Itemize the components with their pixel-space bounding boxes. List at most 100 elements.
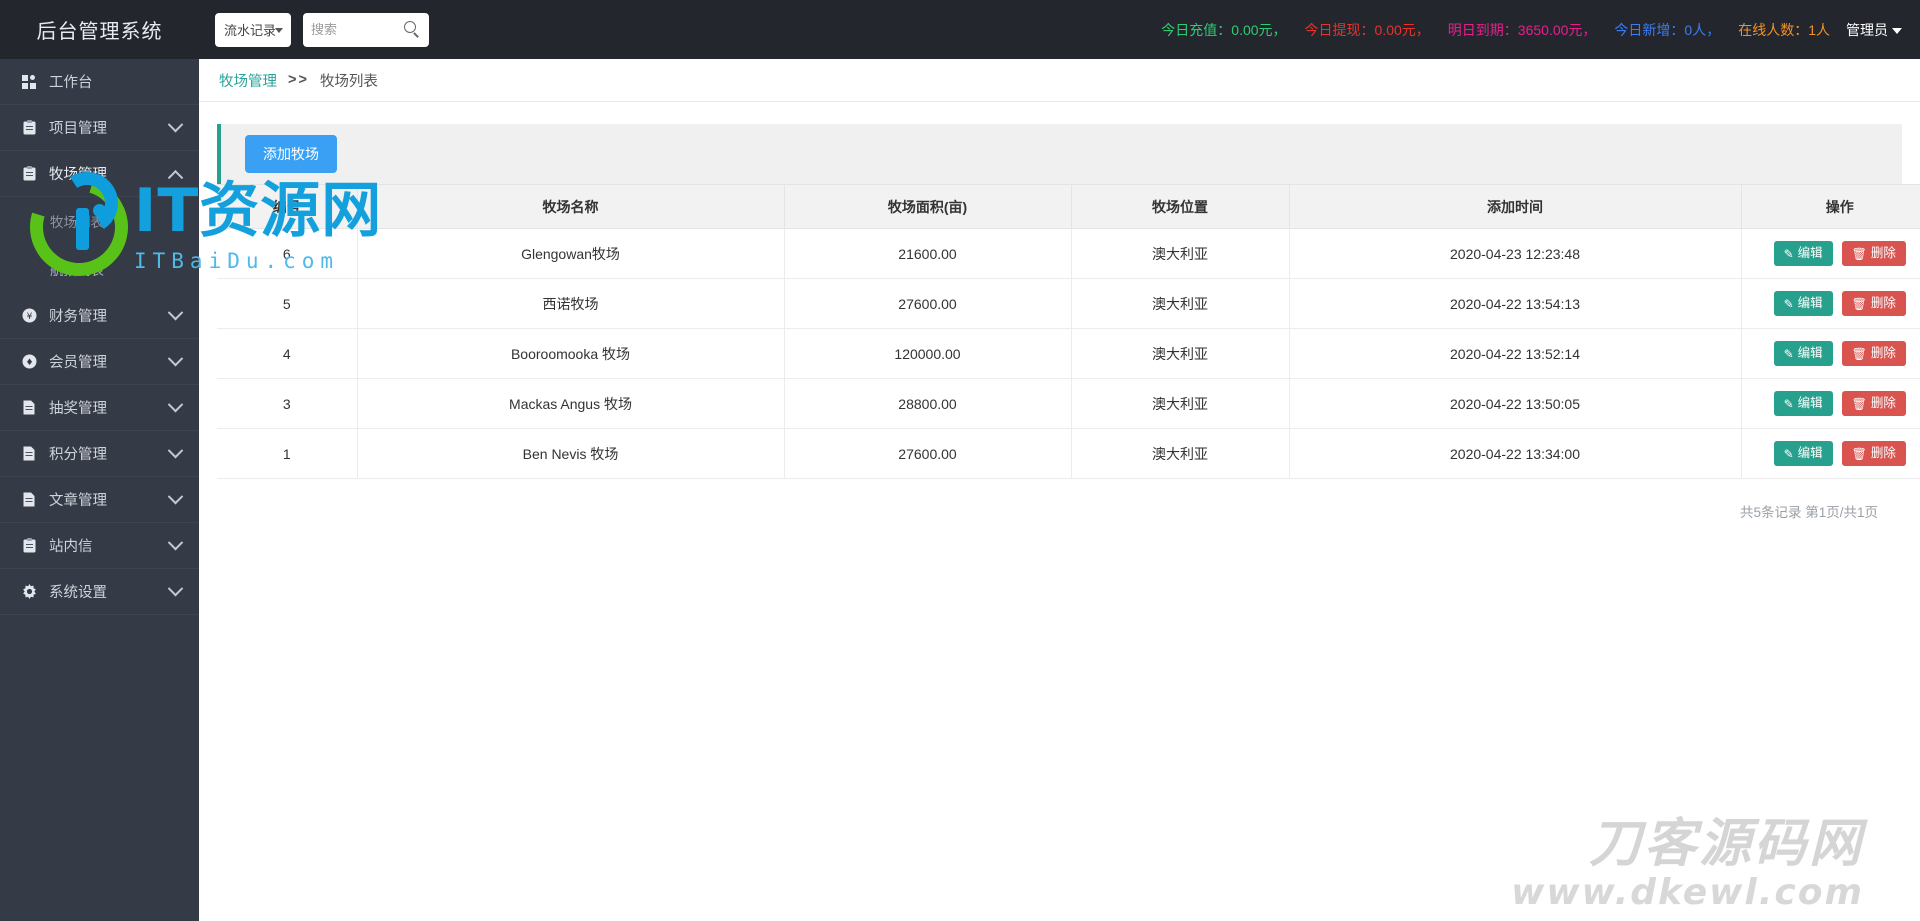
add-farm-button[interactable]: 添加牧场 — [245, 135, 337, 173]
sidebar-item-farm[interactable]: 牧场管理 — [0, 151, 199, 197]
admin-menu[interactable]: 管理员 — [1846, 20, 1902, 40]
column-header-created: 添加时间 — [1289, 184, 1742, 229]
file-icon — [20, 446, 38, 461]
sidebar-item-label: 工作台 — [49, 75, 93, 91]
search-input[interactable] — [303, 13, 393, 46]
edit-button-label: 编辑 — [1797, 246, 1823, 261]
cell-area: 21600.00 — [784, 228, 1072, 279]
sidebar-item-project[interactable]: 项目管理 — [0, 105, 199, 151]
farm-table-head: 编号 牧场名称 牧场面积(亩) 牧场位置 添加时间 操作 — [217, 184, 1920, 229]
sidebar-item-label: 抽奖管理 — [49, 401, 107, 417]
trash-icon: 🗑 — [1851, 396, 1867, 411]
stat-value: 0.00元， — [1374, 21, 1430, 38]
sidebar-item-label: 财务管理 — [49, 309, 107, 325]
search-box[interactable] — [303, 12, 429, 47]
cell-location: 澳大利亚 — [1071, 328, 1290, 379]
delete-button[interactable]: 🗑 删除 — [1841, 341, 1906, 366]
panel-toolbar: 添加牧场 — [217, 124, 1902, 184]
delete-button[interactable]: 🗑 删除 — [1841, 391, 1906, 416]
chevron-down-icon — [167, 442, 184, 459]
stat-tomorrow-due: 明日到期：3650.00元， — [1448, 20, 1597, 40]
edit-button[interactable]: ✎ 编辑 — [1773, 291, 1833, 316]
clipboard-icon — [20, 538, 38, 553]
trash-icon: 🗑 — [1851, 346, 1867, 361]
sidebar-subitem-aerial-list[interactable]: 航拍列表 — [0, 245, 199, 293]
cell-area: 27600.00 — [784, 428, 1072, 479]
column-header-location: 牧场位置 — [1071, 184, 1290, 229]
edit-button[interactable]: ✎ 编辑 — [1773, 391, 1833, 416]
cell-name: Booroomooka 牧场 — [357, 328, 785, 379]
delete-button[interactable]: 🗑 删除 — [1841, 241, 1906, 266]
cell-area: 27600.00 — [784, 278, 1072, 329]
cell-location: 澳大利亚 — [1071, 428, 1290, 479]
edit-button-label: 编辑 — [1797, 396, 1823, 411]
cell-created: 2020-04-22 13:52:14 — [1289, 328, 1742, 379]
table-header-row: 编号 牧场名称 牧场面积(亩) 牧场位置 添加时间 操作 — [217, 184, 1920, 229]
pencil-square-icon: ✎ — [1783, 296, 1794, 311]
clipboard-icon — [20, 120, 38, 135]
edit-button[interactable]: ✎ 编辑 — [1773, 441, 1833, 466]
edit-button[interactable]: ✎ 编辑 — [1773, 241, 1833, 266]
stat-label: 明日到期： — [1447, 21, 1518, 38]
delete-button-label: 删除 — [1870, 246, 1896, 261]
chevron-down-icon — [167, 116, 184, 133]
breadcrumb-parent[interactable]: 牧场管理 — [219, 70, 277, 91]
delete-button-label: 删除 — [1870, 446, 1896, 461]
row-actions: ✎ 编辑 🗑 删除 — [1742, 341, 1920, 366]
delete-button[interactable]: 🗑 删除 — [1841, 441, 1906, 466]
pencil-square-icon: ✎ — [1783, 346, 1794, 361]
file-icon — [20, 492, 38, 507]
stat-value: 3650.00元， — [1517, 21, 1597, 38]
stat-value: 0人， — [1684, 21, 1721, 38]
table-row: 1 Ben Nevis 牧场 27600.00 澳大利亚 2020-04-22 13:3… — [217, 428, 1920, 479]
column-header-actions: 操作 — [1741, 184, 1920, 229]
table-row: 4 Booroomooka 牧场 120000.00 澳大利亚 2020-04-22 1… — [217, 328, 1920, 379]
edit-button[interactable]: ✎ 编辑 — [1773, 341, 1833, 366]
row-actions: ✎ 编辑 🗑 删除 — [1742, 391, 1920, 416]
cell-id: 1 — [217, 428, 358, 479]
member-icon: ♦ — [20, 354, 38, 369]
farm-table: 编号 牧场名称 牧场面积(亩) 牧场位置 添加时间 操作 6 Glengowan牧… — [217, 184, 1920, 479]
sidebar-item-dashboard[interactable]: 工作台 — [0, 59, 199, 105]
stat-label: 今日充值： — [1161, 21, 1232, 38]
farm-list-panel: 添加牧场 编号 牧场名称 牧场面积(亩) 牧场位置 添加时间 操作 6 Gleng… — [217, 124, 1920, 521]
sidebar-item-label: 牧场管理 — [49, 167, 107, 183]
cell-created: 2020-04-23 12:23:48 — [1289, 228, 1742, 279]
admin-menu-label: 管理员 — [1846, 21, 1888, 38]
table-row: 3 Mackas Angus 牧场 28800.00 澳大利亚 2020-04-22 1… — [217, 378, 1920, 429]
stat-label: 在线人数： — [1738, 21, 1809, 38]
sidebar-item-article[interactable]: 文章管理 — [0, 477, 199, 523]
module-select-value: 流水记录 — [224, 23, 277, 38]
pencil-square-icon: ✎ — [1783, 446, 1794, 461]
sidebar-subitem-label: 牧场列表 — [50, 215, 104, 230]
module-select[interactable]: 流水记录 — [215, 12, 291, 47]
sidebar-item-lottery[interactable]: 抽奖管理 — [0, 385, 199, 431]
stat-today-withdraw: 今日提现：0.00元， — [1305, 20, 1430, 40]
chevron-down-icon — [167, 488, 184, 505]
cell-name: 西诺牧场 — [357, 278, 785, 329]
sidebar-subitem-farm-list[interactable]: 牧场列表 — [0, 197, 199, 245]
top-bar: 后台管理系统 流水记录 今日充值：0.00元， 今日提现：0.00元， 明日到期… — [0, 0, 1920, 59]
breadcrumb: 牧场管理 >> 牧场列表 — [199, 59, 1920, 102]
cell-created: 2020-04-22 13:34:00 — [1289, 428, 1742, 479]
cell-actions: ✎ 编辑 🗑 删除 — [1741, 378, 1920, 429]
sidebar-item-member[interactable]: ♦ 会员管理 — [0, 339, 199, 385]
topbar-stats: 今日充值：0.00元， 今日提现：0.00元， 明日到期：3650.00元， 今… — [1161, 20, 1902, 40]
delete-button[interactable]: 🗑 删除 — [1841, 291, 1906, 316]
column-header-id: 编号 — [217, 184, 358, 229]
column-header-area: 牧场面积(亩) — [784, 184, 1072, 229]
sidebar-item-finance[interactable]: ¥ 财务管理 — [0, 293, 199, 339]
sidebar-item-label: 系统设置 — [49, 585, 107, 601]
pencil-square-icon: ✎ — [1783, 396, 1794, 411]
breadcrumb-current: 牧场列表 — [319, 73, 378, 90]
chevron-down-icon — [167, 304, 184, 321]
sidebar-item-settings[interactable]: 系统设置 — [0, 569, 199, 615]
breadcrumb-separator: >> — [288, 72, 309, 88]
delete-button-label: 删除 — [1870, 346, 1896, 361]
farm-table-body: 6 Glengowan牧场 21600.00 澳大利亚 2020-04-23 12:23… — [217, 228, 1920, 479]
search-icon[interactable] — [404, 20, 421, 38]
sidebar-item-message[interactable]: 站内信 — [0, 523, 199, 569]
delete-button-label: 删除 — [1870, 396, 1896, 411]
chevron-down-icon — [167, 396, 184, 413]
sidebar-item-points[interactable]: 积分管理 — [0, 431, 199, 477]
